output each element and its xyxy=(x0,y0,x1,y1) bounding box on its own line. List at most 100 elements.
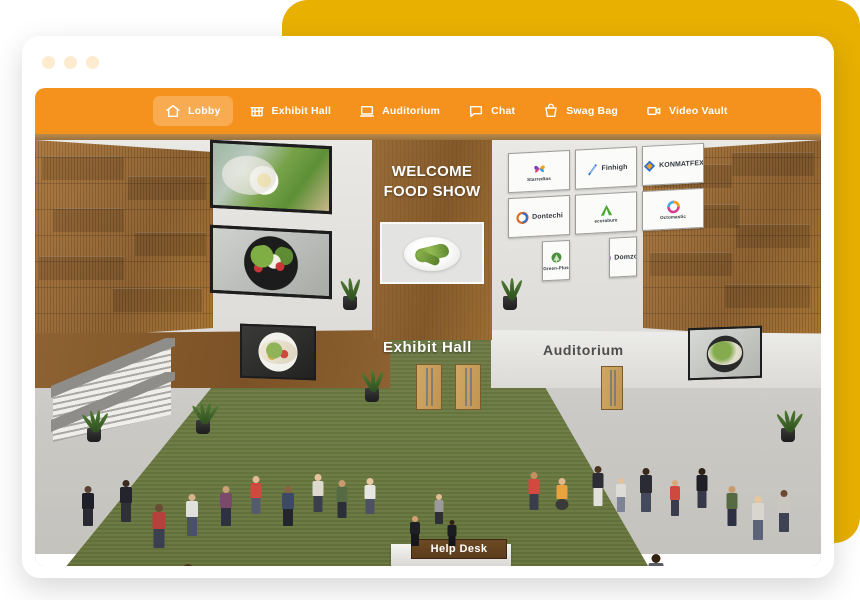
attendee-avatar[interactable] xyxy=(281,486,295,526)
attendee-avatar[interactable] xyxy=(777,490,791,532)
sponsor-tile-green-plus[interactable]: Green-Plus xyxy=(542,239,570,282)
food-image-salad-pan xyxy=(213,227,329,297)
sponsor-tile-dontechi[interactable]: Dontechi xyxy=(508,194,570,239)
circle-mark-icon xyxy=(666,199,681,215)
sponsor-tile-konmatfex[interactable]: KONMATFEX xyxy=(642,142,704,187)
window-dot-minimize[interactable] xyxy=(64,55,77,69)
exhibit-hall-door-right[interactable] xyxy=(455,364,481,410)
help-desk-label: Help Desk xyxy=(430,543,488,555)
sponsor-name-dontechi: Dontechi xyxy=(532,211,563,221)
attendee-avatar[interactable] xyxy=(669,480,681,516)
window-dot-maximize[interactable] xyxy=(86,55,99,69)
nav-label-auditorium: Auditorium xyxy=(382,105,441,117)
attendee-avatar[interactable] xyxy=(615,478,627,512)
diamond-mark-icon xyxy=(642,158,657,174)
attendee-avatar[interactable] xyxy=(695,468,708,508)
attendee-avatar[interactable] xyxy=(527,472,540,510)
leaf-mark-icon xyxy=(599,202,614,218)
staff-avatar[interactable] xyxy=(433,494,444,524)
welcome-screen-display[interactable] xyxy=(380,222,484,284)
sponsor-name-konmatfex: KONMATFEX xyxy=(659,159,704,169)
nav-item-swag-bag[interactable]: Swag Bag xyxy=(531,96,630,126)
wall-screen-lower-right[interactable] xyxy=(688,325,762,381)
food-image-lower-right xyxy=(690,327,760,379)
ring-mark-icon xyxy=(515,209,530,225)
sponsor-name-octomastic: Octomastic xyxy=(659,213,687,220)
bag-icon xyxy=(543,103,559,119)
sponsor-tile-octomastic[interactable]: Octomastic xyxy=(642,187,704,232)
wood-wall-left xyxy=(35,140,213,340)
attendee-avatar[interactable] xyxy=(119,480,133,522)
sponsor-name-domzoom: Domzoom xyxy=(614,252,637,262)
wall-screen-lower-left[interactable] xyxy=(240,323,316,381)
attendee-avatar[interactable] xyxy=(219,486,233,526)
plant-center-left xyxy=(335,254,365,310)
welcome-line-2: FOOD SHOW xyxy=(383,182,481,200)
plant-left-1 xyxy=(77,384,111,442)
feather-mark-icon xyxy=(585,161,600,177)
butterfly-mark-icon xyxy=(532,161,547,177)
browser-window: Lobby Exhibit Hall Auditorium Chat Swag … xyxy=(22,36,834,578)
laptop-icon xyxy=(359,103,375,119)
window-titlebar xyxy=(22,36,834,88)
screenshot-root: Lobby Exhibit Hall Auditorium Chat Swag … xyxy=(0,0,860,600)
main-navigation: Lobby Exhibit Hall Auditorium Chat Swag … xyxy=(35,88,821,134)
lobby-scene: WELCOME FOOD SHOW Starredtas Finhigh KON… xyxy=(35,134,821,566)
attendee-avatar-wheelchair[interactable] xyxy=(555,478,568,518)
sponsor-tile-domzoom[interactable]: Domzoom xyxy=(609,236,637,278)
nav-label-chat: Chat xyxy=(491,105,516,117)
window-dot-close[interactable] xyxy=(42,55,55,69)
attendee-avatar[interactable] xyxy=(151,504,166,548)
sign-auditorium[interactable]: Auditorium xyxy=(543,342,624,358)
orb-mark-icon xyxy=(609,250,612,266)
attendee-avatar[interactable] xyxy=(185,494,199,536)
nav-item-video-vault[interactable]: Video Vault xyxy=(634,96,740,126)
tree-mark-icon xyxy=(549,250,564,266)
attendee-avatar[interactable] xyxy=(335,480,348,518)
home-icon xyxy=(165,103,181,119)
plant-right-1 xyxy=(771,382,805,442)
nav-item-auditorium[interactable]: Auditorium xyxy=(347,96,452,126)
welcome-line-1: WELCOME xyxy=(391,163,473,180)
auditorium-door[interactable] xyxy=(601,366,623,410)
food-image-lower-left xyxy=(242,325,314,379)
nav-label-lobby: Lobby xyxy=(188,105,221,117)
attendee-avatar[interactable] xyxy=(647,554,665,566)
attendee-avatar[interactable] xyxy=(249,476,262,514)
attendee-avatar[interactable] xyxy=(177,564,199,566)
wall-screen-avocado-toast[interactable] xyxy=(210,139,332,215)
sponsor-name-ecorabure: ecorabure xyxy=(594,217,618,224)
attendee-avatar[interactable] xyxy=(363,478,376,514)
nav-item-exhibit-hall[interactable]: Exhibit Hall xyxy=(237,96,344,126)
attendee-avatar[interactable] xyxy=(591,466,604,506)
sponsor-tile-finhigh[interactable]: Finhigh xyxy=(575,146,637,190)
attendee-avatar[interactable] xyxy=(725,486,738,526)
welcome-column: WELCOME FOOD SHOW xyxy=(372,140,492,340)
attendee-avatar[interactable] xyxy=(311,474,324,512)
attendee-avatar[interactable] xyxy=(81,486,95,526)
chat-icon xyxy=(468,103,484,119)
staff-avatar[interactable] xyxy=(409,516,421,546)
sign-exhibit-hall[interactable]: Exhibit Hall xyxy=(383,339,472,356)
nav-label-video-vault: Video Vault xyxy=(669,105,728,117)
wall-screen-salad-pan[interactable] xyxy=(210,224,332,300)
sponsor-tile-starredtas[interactable]: Starredtas xyxy=(508,149,570,194)
nav-item-lobby[interactable]: Lobby xyxy=(153,96,233,126)
attendee-avatar[interactable] xyxy=(751,496,765,540)
nav-item-chat[interactable]: Chat xyxy=(456,96,527,126)
video-icon xyxy=(646,103,662,119)
sponsor-logo-board: Starredtas Finhigh KONMATFEX Dontechi ec… xyxy=(508,142,704,289)
nav-label-swag-bag: Swag Bag xyxy=(566,105,618,117)
sponsor-tile-ecorabure[interactable]: ecorabure xyxy=(575,191,637,235)
exhibit-hall-door-left[interactable] xyxy=(416,364,442,410)
virtual-event-viewport: Lobby Exhibit Hall Auditorium Chat Swag … xyxy=(35,88,821,566)
nav-label-exhibit-hall: Exhibit Hall xyxy=(271,105,332,117)
staff-avatar[interactable] xyxy=(447,520,457,546)
food-image-avocado-toast xyxy=(213,142,329,212)
plant-center-right xyxy=(495,254,525,310)
help-desk-sign[interactable]: Help Desk xyxy=(411,539,507,559)
attendee-avatar[interactable] xyxy=(639,468,653,512)
sponsor-name-green-plus: Green-Plus xyxy=(543,264,569,271)
sponsor-name-starredtas: Starredtas xyxy=(527,175,551,182)
plant-exhibit-side xyxy=(357,346,387,402)
